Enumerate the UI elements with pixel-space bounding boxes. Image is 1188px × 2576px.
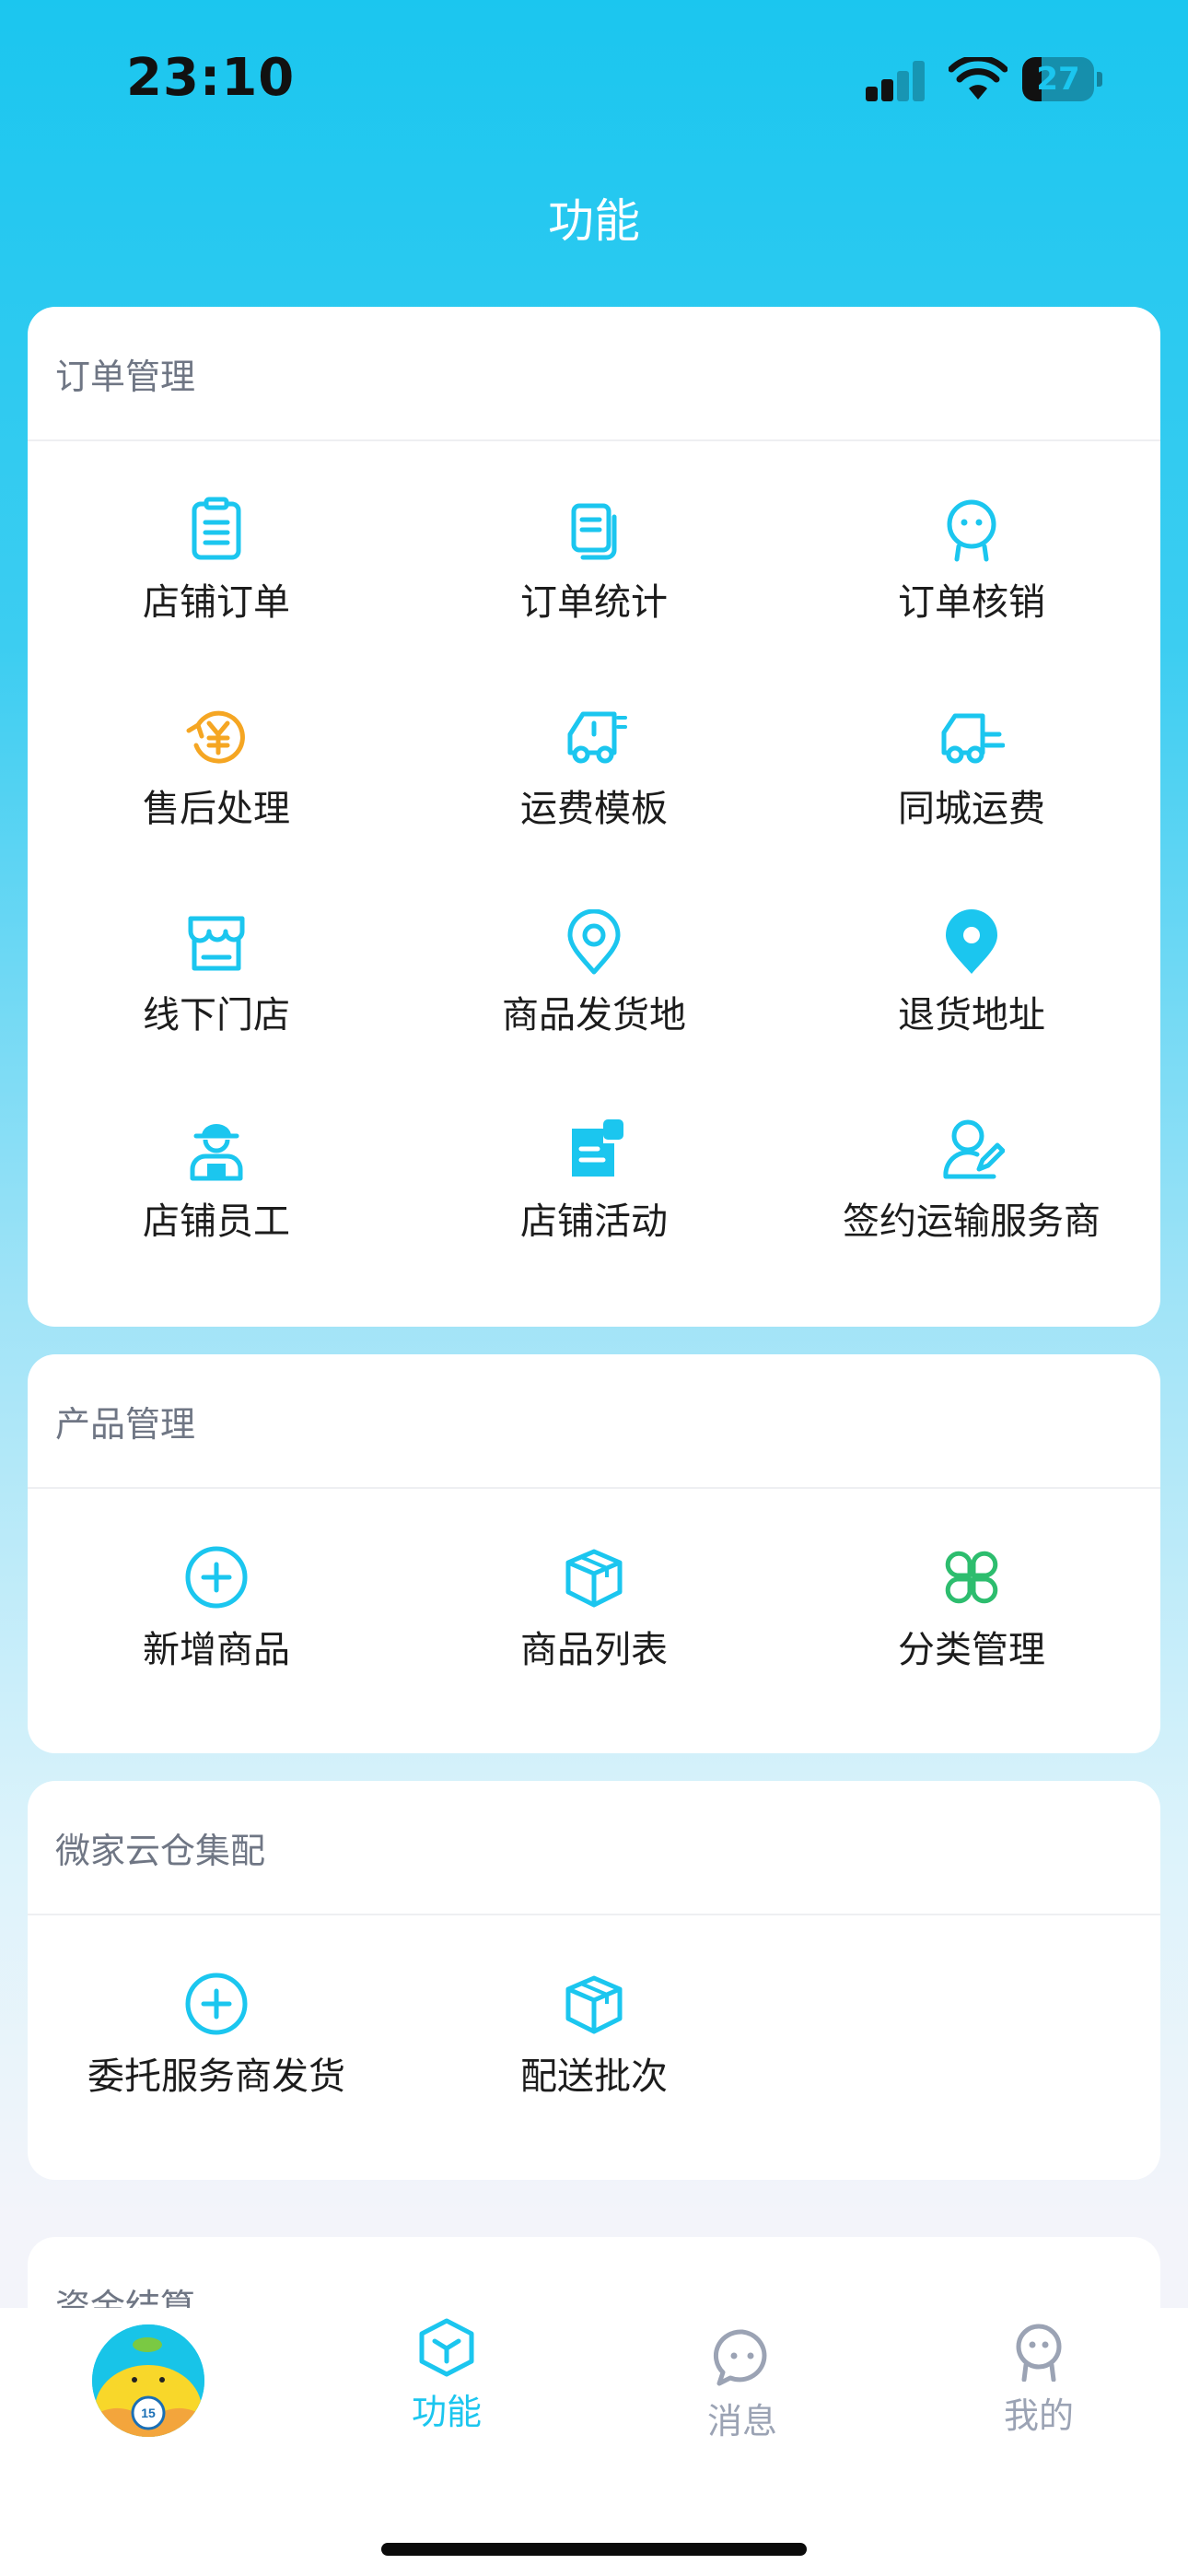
order-verify-label: 订单核销 — [898, 581, 1045, 624]
contract-carrier-label: 签约运输服务商 — [843, 1200, 1101, 1243]
entrust-carrier-shipping-item[interactable]: 委托服务商发货 — [28, 1943, 405, 2149]
staff-icon — [190, 1124, 243, 1181]
contract-carrier-item[interactable]: 签约运输服务商 — [783, 1088, 1160, 1294]
category-clover-icon — [945, 1551, 998, 1604]
delivery-truck-icon — [567, 711, 627, 764]
tab-messages[interactable]: 消息 — [650, 2326, 834, 2443]
section-title-order-management: 订单管理 — [55, 356, 196, 397]
section-title-cloud-warehouse: 微家云仓集配 — [55, 1830, 266, 1871]
tab-mine[interactable]: 我的 — [947, 2321, 1131, 2438]
add-circle-icon — [185, 1973, 248, 2035]
location-pin-filled-icon — [946, 909, 997, 974]
ship-from-location-item[interactable]: 商品发货地 — [405, 882, 783, 1088]
profile-icon — [1016, 2324, 1062, 2382]
after-sales-label: 售后处理 — [143, 788, 290, 830]
battery-icon: 27 — [1022, 57, 1103, 101]
box-icon — [565, 1549, 623, 1608]
wifi-icon — [949, 57, 1007, 100]
tab-messages-label: 消息 — [706, 2401, 777, 2441]
home-indicator[interactable] — [381, 2543, 807, 2556]
documents-icon — [571, 503, 617, 560]
return-address-label: 退货地址 — [898, 994, 1045, 1036]
add-product-item[interactable]: 新增商品 — [28, 1516, 405, 1723]
storefront-icon — [188, 916, 245, 971]
tab-features-label: 功能 — [411, 2392, 482, 2432]
box-icon — [565, 1975, 623, 2034]
add-product-label: 新增商品 — [143, 1629, 290, 1671]
chat-bubble-icon — [713, 2329, 767, 2386]
activity-note-icon — [572, 1119, 623, 1177]
product-list-item[interactable]: 商品列表 — [405, 1516, 783, 1723]
tab-features[interactable]: 功能 — [355, 2317, 539, 2434]
local-shipping-item[interactable]: 同城运费 — [783, 675, 1160, 882]
avatar[interactable]: 15 — [92, 2324, 204, 2437]
order-stats-item[interactable]: 订单统计 — [405, 469, 783, 675]
after-sales-item[interactable]: 售后处理 — [28, 675, 405, 882]
section-title-product-management: 产品管理 — [55, 1403, 196, 1445]
entrust-carrier-shipping-label: 委托服务商发货 — [87, 2055, 345, 2098]
tab-bar: 15 功能 消息 我的 — [0, 2308, 1188, 2576]
shop-orders-label: 店铺订单 — [143, 581, 290, 624]
product-list-label: 商品列表 — [520, 1629, 668, 1671]
category-management-item[interactable]: 分类管理 — [783, 1516, 1160, 1723]
shop-activity-item[interactable]: 店铺活动 — [405, 1088, 783, 1294]
local-delivery-truck-icon — [941, 713, 1005, 764]
shipping-template-label: 运费模板 — [520, 788, 668, 830]
offline-store-item[interactable]: 线下门店 — [28, 882, 405, 1088]
order-management-card: 订单管理 店铺订单 订单统计 订单核销 售后处理 运费模板 同城运费 线下门店 … — [28, 307, 1160, 1327]
location-pin-outline-icon — [567, 909, 621, 975]
delivery-batch-label: 配送批次 — [520, 2055, 668, 2098]
shop-staff-label: 店铺员工 — [143, 1200, 290, 1243]
status-time: 23:10 — [126, 48, 296, 108]
yuan-refund-icon — [186, 710, 245, 764]
order-verify-item[interactable]: 订单核销 — [783, 469, 1160, 675]
delivery-batch-item[interactable]: 配送批次 — [405, 1943, 783, 2149]
person-verify-icon — [947, 499, 996, 562]
offline-store-label: 线下门店 — [143, 994, 290, 1036]
mascot-avatar-icon: 15 — [92, 2324, 204, 2437]
tab-mine-label: 我的 — [1003, 2395, 1074, 2436]
ship-from-location-label: 商品发货地 — [502, 994, 686, 1036]
add-circle-icon — [185, 1546, 248, 1609]
shop-orders-item[interactable]: 店铺订单 — [28, 469, 405, 675]
local-shipping-label: 同城运费 — [898, 788, 1045, 830]
category-management-label: 分类管理 — [898, 1629, 1045, 1671]
page-title: 功能 — [548, 194, 640, 248]
order-stats-label: 订单统计 — [520, 581, 668, 624]
status-bar: 23:10 27 — [0, 0, 1188, 157]
shop-staff-item[interactable]: 店铺员工 — [28, 1088, 405, 1294]
battery-percent: 27 — [1036, 61, 1080, 98]
product-management-card: 产品管理 新增商品 商品列表 分类管理 — [28, 1354, 1160, 1753]
shop-activity-label: 店铺活动 — [520, 1200, 668, 1243]
cellular-signal-icon — [866, 61, 930, 101]
contract-sign-icon — [943, 1119, 1005, 1179]
clipboard-icon — [192, 497, 241, 560]
cloud-warehouse-card: 微家云仓集配 委托服务商发货 配送批次 — [28, 1781, 1160, 2180]
shipping-template-item[interactable]: 运费模板 — [405, 675, 783, 882]
svg-text:15: 15 — [141, 2406, 156, 2420]
cube-icon — [419, 2318, 474, 2377]
return-address-item[interactable]: 退货地址 — [783, 882, 1160, 1088]
